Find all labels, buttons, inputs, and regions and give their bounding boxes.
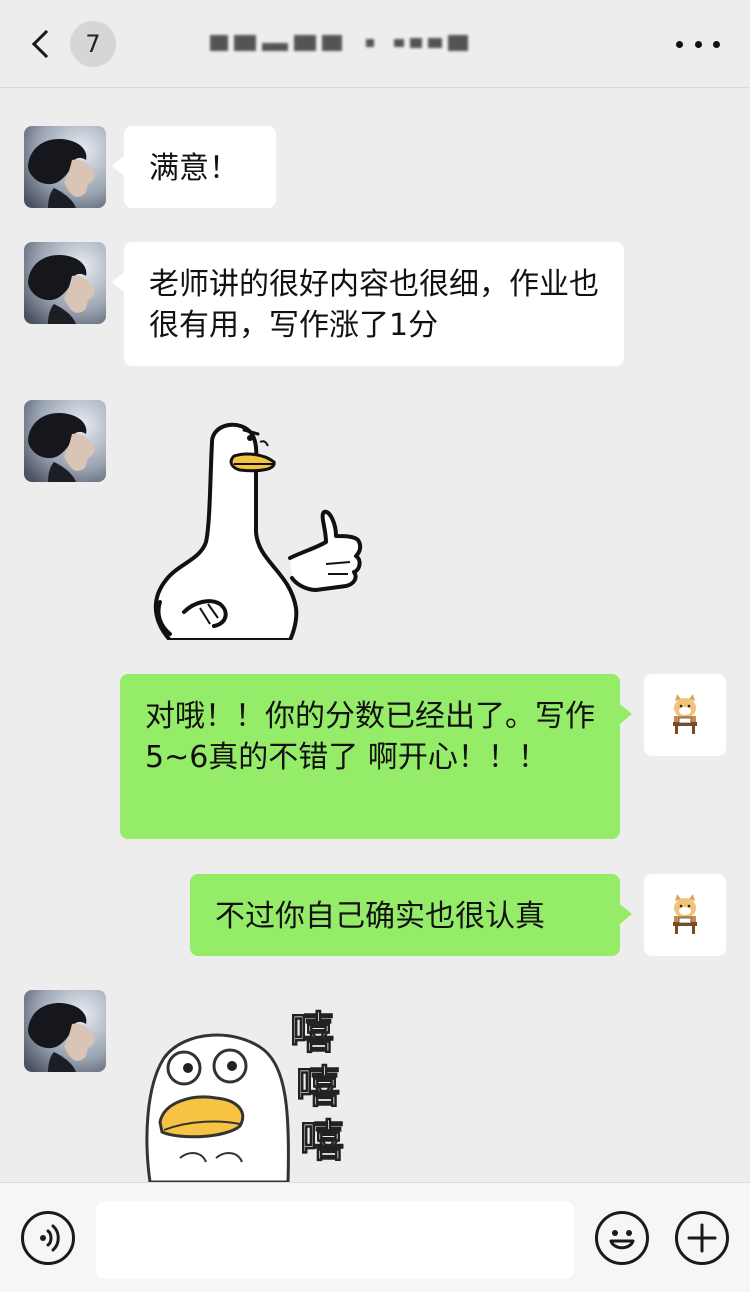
my-avatar[interactable]: [644, 674, 726, 756]
voice-icon: [40, 1224, 60, 1252]
dot-icon: [676, 40, 683, 48]
sticker-caption-char: 嘻: [300, 1116, 344, 1167]
contact-avatar[interactable]: [24, 990, 106, 1072]
message-text: 对哦！！你的分数已经出了。写作5~6真的不错了 啊开心！！！: [145, 699, 595, 775]
voice-button[interactable]: [21, 1211, 75, 1265]
message-text: 老师讲的很好内容也很细，作业也很有用，写作涨了1分: [149, 267, 599, 343]
plus-button[interactable]: [675, 1211, 729, 1265]
contact-avatar[interactable]: [24, 400, 106, 482]
message-bubble-incoming[interactable]: 老师讲的很好内容也很细，作业也很有用，写作涨了1分: [112, 242, 624, 366]
plus-icon: [687, 1223, 717, 1253]
chat-title-redacted: [210, 30, 468, 56]
my-avatar[interactable]: [644, 874, 726, 956]
sticker-caption-char: 嘻: [290, 1008, 334, 1059]
dot-icon: [713, 40, 720, 48]
message-text: 满意！: [149, 151, 239, 186]
dot-icon: [694, 40, 702, 48]
message-bubble-outgoing[interactable]: 对哦！！你的分数已经出了。写作5~6真的不错了 啊开心！！！: [120, 674, 632, 839]
emoji-icon: [609, 1230, 635, 1250]
duck-laughing-sticker[interactable]: 嘻 嘻 嘻: [140, 990, 370, 1182]
back-button[interactable]: 7: [22, 20, 132, 68]
sticker-caption-char: 嘻: [296, 1062, 340, 1113]
chevron-left-icon: [31, 29, 61, 59]
unread-count-badge: 7: [70, 21, 116, 67]
message-bubble-incoming[interactable]: 满意！: [112, 126, 276, 208]
duck-thumbs-up-sticker[interactable]: [140, 412, 370, 640]
message-bubble-outgoing[interactable]: 不过你自己确实也很认真: [190, 874, 632, 956]
message-input[interactable]: [96, 1201, 574, 1279]
message-input-bar: [0, 1182, 750, 1292]
message-text: 不过你自己确实也很认真: [215, 899, 545, 934]
emoji-button[interactable]: [595, 1211, 649, 1265]
contact-avatar[interactable]: [24, 126, 106, 208]
chat-header: 7: [0, 0, 750, 88]
more-options-button[interactable]: [676, 36, 720, 52]
contact-avatar[interactable]: [24, 242, 106, 324]
